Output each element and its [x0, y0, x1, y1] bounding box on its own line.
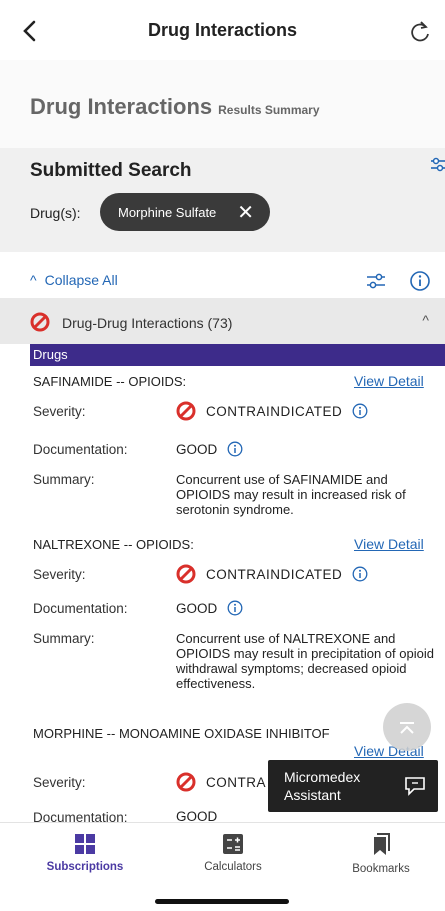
summary-text: Concurrent use of NALTREXONE and OPIOIDS…	[176, 631, 434, 691]
remove-icon[interactable]: ✕	[237, 200, 254, 225]
severity-label: Severity:	[33, 404, 86, 419]
severity-value: CONTRA	[176, 772, 266, 792]
view-detail-link[interactable]: View Detail	[354, 536, 424, 552]
view-detail-link[interactable]: View Detail	[354, 373, 424, 389]
drug-drug-section-header[interactable]: Drug-Drug Interactions (73) ^	[0, 298, 445, 344]
contraindicated-icon	[176, 564, 196, 584]
nav-calculators[interactable]: Calculators	[178, 833, 288, 873]
micromedex-assistant-button[interactable]: Micromedex Assistant	[268, 760, 438, 812]
collapse-all-button[interactable]: ^ Collapse All	[30, 272, 118, 288]
nav-subscriptions[interactable]: Subscriptions	[30, 833, 140, 873]
summary-label: Summary:	[33, 631, 95, 646]
contraindicated-icon	[30, 312, 50, 332]
drug-label: Drug(s):	[30, 205, 81, 221]
severity-label: Severity:	[33, 775, 86, 790]
chevron-up-icon: ^	[30, 272, 37, 288]
nav-bookmarks[interactable]: Bookmarks	[326, 833, 436, 875]
section-label: Drug-Drug Interactions (73)	[62, 315, 233, 331]
results-summary-header: Drug Interactions Results Summary	[0, 60, 445, 148]
drug-chip[interactable]: Morphine Sulfate ✕	[100, 193, 270, 231]
top-bar: Drug Interactions	[0, 0, 445, 60]
interaction-title: SAFINAMIDE -- OPIOIDS:	[33, 374, 187, 389]
chat-icon	[405, 777, 425, 796]
documentation-label: Documentation:	[33, 601, 128, 616]
summary-text: Concurrent use of SAFINAMIDE and OPIOIDS…	[176, 472, 406, 517]
assistant-label: Micromedex Assistant	[284, 769, 361, 803]
info-icon[interactable]	[227, 600, 243, 616]
drug-chip-label: Morphine Sulfate	[118, 204, 217, 220]
calculator-icon	[223, 834, 243, 854]
collapse-bar: ^ Collapse All	[0, 252, 445, 298]
interaction-title: MORPHINE -- MONOAMINE OXIDASE INHIBITOF	[33, 726, 330, 741]
documentation-label: Documentation:	[33, 442, 128, 457]
summary-label: Summary:	[33, 472, 95, 487]
arrow-up-icon	[400, 722, 414, 734]
results-title: Drug Interactions Results Summary	[30, 94, 320, 119]
submitted-search-heading: Submitted Search	[30, 160, 192, 181]
filter-settings-icon[interactable]	[365, 270, 387, 292]
filter-icon[interactable]	[427, 154, 445, 176]
scroll-to-top-button[interactable]	[383, 703, 431, 751]
grid-icon	[75, 834, 95, 854]
severity-value: CONTRAINDICATED	[176, 401, 368, 421]
info-icon[interactable]	[352, 566, 368, 582]
documentation-value: GOOD	[176, 441, 243, 457]
info-icon[interactable]	[227, 441, 243, 457]
contraindicated-icon	[176, 772, 196, 792]
severity-value: CONTRAINDICATED	[176, 564, 368, 584]
severity-label: Severity:	[33, 567, 86, 582]
documentation-value: GOOD	[176, 600, 243, 616]
contraindicated-icon	[176, 401, 196, 421]
info-icon[interactable]	[409, 270, 431, 292]
info-icon[interactable]	[352, 403, 368, 419]
bookmarks-icon	[374, 833, 390, 855]
category-bar: Drugs	[30, 344, 445, 366]
chevron-up-icon[interactable]: ^	[422, 312, 429, 328]
results-subtitle: Results Summary	[218, 103, 320, 117]
refresh-icon[interactable]	[405, 16, 435, 46]
home-indicator[interactable]	[155, 899, 289, 904]
interaction-title: NALTREXONE -- OPIOIDS:	[33, 537, 194, 552]
page-title: Drug Interactions	[147, 20, 298, 40]
submitted-search-panel: Submitted Search Drug(s): Morphine Sulfa…	[0, 148, 445, 252]
bottom-nav: Subscriptions Calculators Bookmarks	[0, 822, 445, 911]
